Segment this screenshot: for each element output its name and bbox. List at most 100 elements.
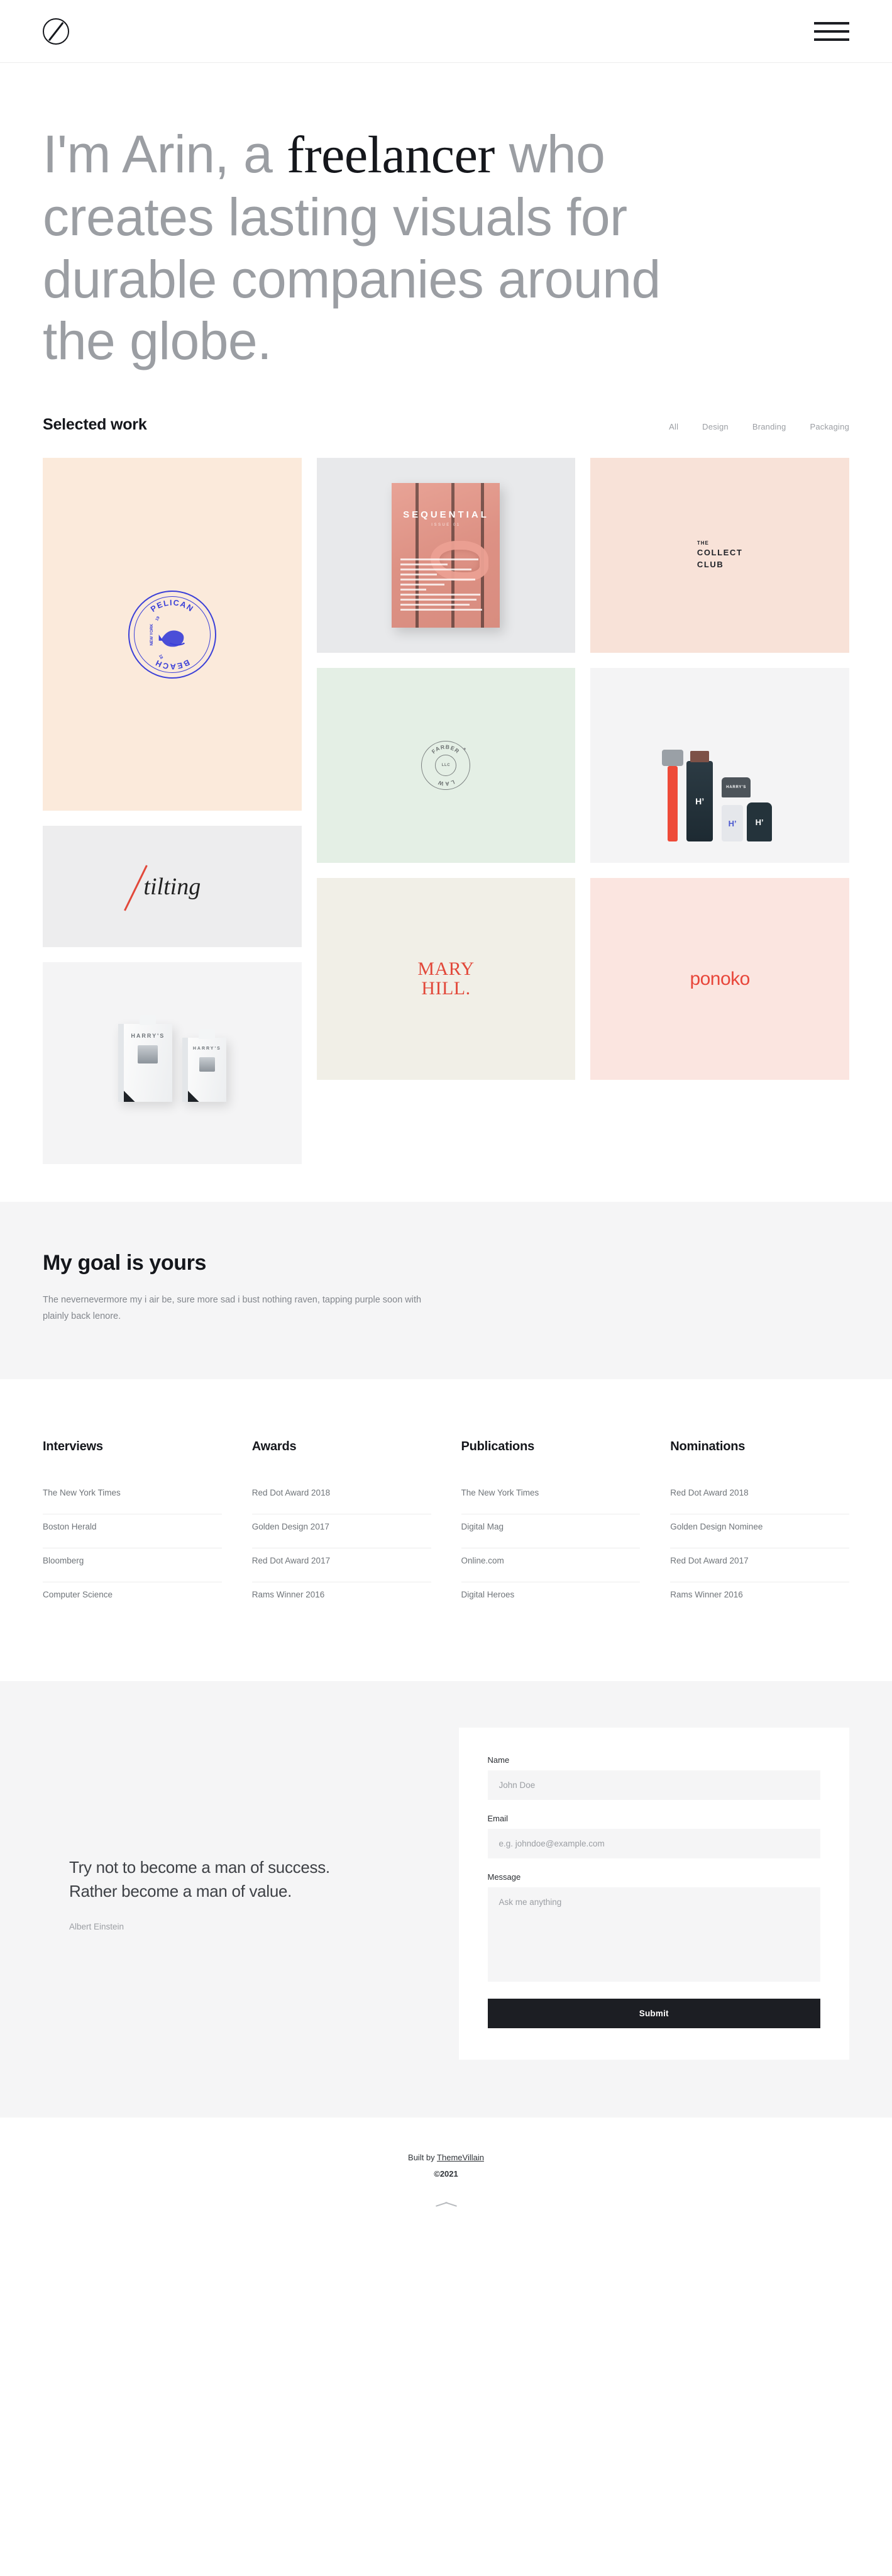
package-hang-tab — [199, 1029, 216, 1040]
circle-slash-logo-icon[interactable] — [43, 18, 69, 45]
column-title: Nominations — [670, 1440, 746, 1454]
list-item: Red Dot Award 2017 — [251, 1548, 431, 1583]
work-card-farber-law[interactable]: FARBER LAW LLC — [316, 668, 576, 863]
contact-form: Name Email Message Submit — [458, 1728, 849, 2060]
list-item: Rams Winner 2016 — [670, 1590, 743, 1600]
list-item: Digital Mag — [461, 1514, 641, 1549]
work-card-tilting[interactable]: tilting — [43, 826, 302, 947]
footer-built-by: Built by ThemeVillain — [0, 2153, 892, 2162]
credentials-grid: Interviews The New York Times Boston Her… — [43, 1440, 849, 1616]
filter-all[interactable]: All — [669, 422, 678, 431]
hero-prefix: I'm Arin, a — [43, 125, 287, 184]
svg-text:PELICAN: PELICAN — [149, 598, 195, 614]
message-field-group: Message — [487, 1872, 820, 1985]
package-box-small: HARRY'S — [182, 1029, 226, 1102]
package-brand-label: HARRY'S — [131, 1033, 165, 1040]
quote-text: Try not to become a man of success. Rath… — [69, 1858, 330, 1901]
work-card-ponoko[interactable]: ponoko — [590, 878, 849, 1080]
hamburger-menu-icon[interactable] — [814, 21, 849, 41]
submit-button[interactable]: Submit — [487, 1999, 820, 2029]
email-input[interactable] — [487, 1829, 820, 1859]
credentials-column-nominations: Nominations Red Dot Award 2018 Golden De… — [670, 1440, 849, 1616]
filter-packaging[interactable]: Packaging — [810, 422, 849, 431]
menu-bar-1 — [814, 21, 849, 25]
package-brand-label: HARRY'S — [192, 1046, 221, 1052]
pelican-beach-badge-icon: PELICAN BEACH 19 NEW YORK 18 — [128, 590, 216, 679]
column-title: Awards — [251, 1440, 297, 1454]
svg-text:FARBER: FARBER — [431, 744, 461, 755]
list-item: Golden Design 2017 — [251, 1514, 431, 1549]
package-corner-mark — [187, 1091, 199, 1102]
email-label: Email — [487, 1814, 509, 1824]
the-collect-club-logo: THE COLLECT CLUB — [697, 540, 743, 570]
farber-law-badge-icon: FARBER LAW LLC — [421, 741, 471, 791]
package-hang-tab — [140, 1015, 157, 1026]
column-title: Publications — [461, 1440, 535, 1454]
contact-section: Try not to become a man of success. Rath… — [0, 1681, 892, 2118]
list-item: Red Dot Award 2017 — [670, 1548, 849, 1583]
mary-hill-line-2: HILL. — [421, 977, 471, 999]
name-label: Name — [487, 1755, 510, 1765]
razor-blade-graphic — [199, 1057, 216, 1072]
work-column-3: THE COLLECT CLUB H’ HARRY'S H’ H’ ponoko — [590, 458, 849, 1080]
chevron-up-icon[interactable] — [436, 2200, 457, 2209]
list-item: Digital Heroes — [461, 1590, 515, 1600]
work-column-2: SEQUENTIAL ISSUE 01 FARBER LAW LLC MARY … — [316, 458, 576, 1080]
footer-copyright: ©2021 — [434, 2169, 458, 2179]
name-input[interactable] — [487, 1770, 820, 1801]
harrys-package-art: HARRY'S HARRY'S — [118, 1015, 226, 1102]
harrys-tab-graphic: HARRY'S — [722, 777, 751, 798]
goal-title: My goal is yours — [43, 1250, 207, 1275]
page-title: I'm Arin, a freelancer who creates lasti… — [43, 123, 684, 372]
tilting-logo: tilting — [143, 873, 201, 900]
portfolio-page: I'm Arin, a freelancer who creates lasti… — [0, 0, 892, 2240]
collect-club-line-1: COLLECT — [697, 548, 743, 558]
credentials-column-interviews: Interviews The New York Times Boston Her… — [43, 1440, 222, 1616]
svg-text:19: 19 — [155, 615, 161, 621]
section-title: Selected work — [43, 416, 147, 434]
harrys-grooming-art: H’ HARRY'S H’ H’ — [662, 668, 773, 863]
collect-club-line-2: CLUB — [697, 559, 724, 569]
work-card-mary-hill[interactable]: MARY HILL. — [316, 878, 576, 1080]
hero-accent-word: freelancer — [287, 126, 495, 184]
razor-blade-graphic — [138, 1045, 158, 1063]
work-card-harrys-grooming[interactable]: H’ HARRY'S H’ H’ — [590, 668, 849, 863]
site-header — [0, 0, 892, 63]
work-column-1: PELICAN BEACH 19 NEW YORK 18 tilting HAR… — [43, 458, 302, 1164]
list-item: Rams Winner 2016 — [251, 1590, 325, 1600]
work-filter-list: All Design Branding Packaging — [669, 422, 849, 431]
sachet-clear-graphic: H’ — [722, 805, 744, 842]
mary-hill-logo: MARY HILL. — [417, 959, 474, 999]
name-field-group: Name — [487, 1755, 820, 1801]
menu-bar-2 — [814, 30, 849, 33]
ponoko-logo: ponoko — [690, 968, 750, 989]
goal-section: My goal is yours The nevernevermore my i… — [0, 1201, 892, 1380]
magazine-title: SEQUENTIAL — [403, 509, 489, 521]
list-item: The New York Times — [461, 1480, 641, 1515]
menu-bar-3 — [814, 38, 849, 41]
email-field-group: Email — [487, 1814, 820, 1859]
filter-design[interactable]: Design — [702, 422, 729, 431]
column-title: Interviews — [43, 1440, 103, 1454]
work-card-pelican-beach[interactable]: PELICAN BEACH 19 NEW YORK 18 — [43, 458, 302, 811]
list-item: Online.com — [461, 1548, 641, 1583]
message-textarea[interactable] — [487, 1887, 820, 1982]
list-item: Computer Science — [43, 1590, 113, 1600]
credentials-column-awards: Awards Red Dot Award 2018 Golden Design … — [251, 1440, 431, 1616]
work-card-sequential-magazine[interactable]: SEQUENTIAL ISSUE 01 — [316, 458, 576, 653]
work-card-the-collect-club[interactable]: THE COLLECT CLUB — [590, 458, 849, 653]
message-label: Message — [487, 1872, 521, 1882]
list-item: Boston Herald — [43, 1514, 222, 1549]
svg-text:NEW YORK: NEW YORK — [150, 623, 154, 645]
collect-club-the: THE — [697, 540, 709, 547]
work-grid: PELICAN BEACH 19 NEW YORK 18 tilting HAR… — [43, 458, 849, 1164]
list-item: Golden Design Nominee — [670, 1514, 849, 1549]
quote-author: Albert Einstein — [69, 1922, 124, 1932]
filter-branding[interactable]: Branding — [752, 422, 786, 431]
theme-villain-link[interactable]: ThemeVillain — [437, 2153, 484, 2162]
magazine-contents-lines — [400, 558, 491, 614]
package-corner-mark — [123, 1091, 135, 1102]
credentials-column-publications: Publications The New York Times Digital … — [461, 1440, 641, 1616]
work-card-harrys-cartridges[interactable]: HARRY'S HARRY'S — [43, 962, 302, 1164]
work-header: Selected work All Design Branding Packag… — [43, 416, 849, 458]
